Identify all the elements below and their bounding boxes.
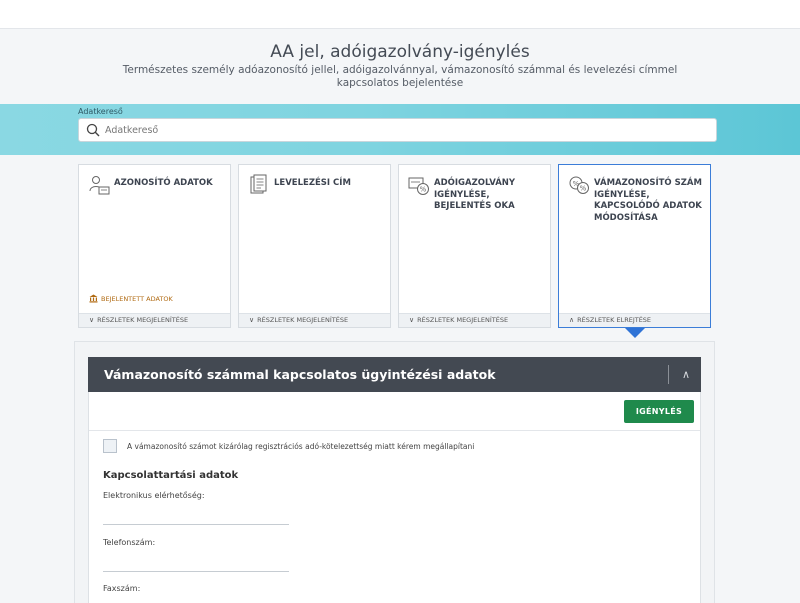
phone-field[interactable]	[103, 571, 289, 572]
search-box[interactable]	[78, 118, 717, 142]
card-title: LEVELEZÉSI CÍM	[274, 178, 351, 188]
document-icon	[250, 174, 267, 194]
fax-field-label: Faxszám:	[103, 584, 141, 593]
chevron-down-icon: ∨	[409, 316, 415, 324]
card-toggle-button[interactable]: ∨ RÉSZLETEK MEGJELENÍTÉSE	[399, 313, 550, 327]
tax-card-icon: %	[408, 177, 429, 195]
card-levelezesi-cim[interactable]: LEVELEZÉSI CÍM ∨ RÉSZLETEK MEGJELENÍTÉSE	[238, 164, 391, 328]
page-subtitle: Természetes személy adóazonosító jellel,…	[122, 64, 678, 89]
card-toggle-button[interactable]: ∧ RÉSZLETEK ELREJTÉSE	[559, 313, 710, 327]
badge-label: BEJELENTETT ADATOK	[101, 294, 173, 303]
action-row: IGÉNYLÉS	[89, 392, 700, 431]
card-title: AZONOSÍTÓ ADATOK	[114, 178, 213, 188]
card-azonosito-adatok[interactable]: AZONOSÍTÓ ADATOK BEJELENTETT ADATOK ∨ RÉS…	[78, 164, 231, 328]
card-toggle-label: RÉSZLETEK MEGJELENÍTÉSE	[257, 316, 349, 324]
section-title: Vámazonosító számmal kapcsolatos ügyinté…	[104, 367, 496, 382]
active-card-pointer	[625, 328, 645, 338]
card-title: VÁMAZONOSÍTÓ SZÁM IGÉNYLÉSE, KAPCSOLÓDÓ …	[594, 178, 702, 223]
phone-field-label: Telefonszám:	[103, 538, 156, 547]
checkbox-label: A vámazonosító számot kizárólag regisztr…	[127, 442, 475, 451]
svg-text:%: %	[420, 186, 427, 194]
status-badge: BEJELENTETT ADATOK	[89, 294, 173, 303]
bank-icon	[89, 294, 98, 303]
card-toggle-label: RÉSZLETEK MEGJELENÍTÉSE	[97, 316, 189, 324]
search-icon	[86, 123, 100, 137]
regisztracios-checkbox[interactable]	[103, 439, 117, 453]
card-toggle-label: RÉSZLETEK ELREJTÉSE	[577, 316, 652, 324]
page-title: AA jel, adóigazolvány-igénylés	[270, 42, 530, 62]
search-label: Adatkereső	[78, 107, 123, 116]
contact-heading: Kapcsolattartási adatok	[103, 470, 239, 481]
chevron-down-icon: ∨	[249, 316, 255, 324]
section-divider	[668, 365, 669, 384]
igenyles-button[interactable]: IGÉNYLÉS	[624, 400, 694, 423]
section-body: IGÉNYLÉS A vámazonosító számot kizárólag…	[88, 392, 701, 603]
card-toggle-button[interactable]: ∨ RÉSZLETEK MEGJELENÍTÉSE	[79, 313, 230, 327]
email-field[interactable]	[103, 524, 289, 525]
card-toggle-button[interactable]: ∨ RÉSZLETEK MEGJELENÍTÉSE	[239, 313, 390, 327]
chevron-down-icon: ∨	[89, 316, 95, 324]
card-toggle-label: RÉSZLETEK MEGJELENÍTÉSE	[417, 316, 509, 324]
top-bar	[0, 0, 800, 29]
card-adoigazolvany-igenylese[interactable]: % ADÓIGAZOLVÁNY IGÉNYLÉSE, BEJELENTÉS OK…	[398, 164, 551, 328]
chevron-up-icon: ∧	[569, 316, 575, 324]
svg-text:%: %	[580, 185, 587, 193]
card-vamazonosito-szam[interactable]: % % VÁMAZONOSÍTÓ SZÁM IGÉNYLÉSE, KAPCSOL…	[558, 164, 711, 328]
card-title: ADÓIGAZOLVÁNY IGÉNYLÉSE, BEJELENTÉS OKA	[434, 178, 516, 211]
collapse-button[interactable]: ∧	[676, 365, 696, 384]
email-field-label: Elektronikus elérhetőség:	[103, 491, 205, 500]
chevron-up-icon: ∧	[681, 368, 691, 381]
person-id-icon	[89, 176, 110, 195]
section-header: Vámazonosító számmal kapcsolatos ügyinté…	[88, 357, 701, 392]
customs-id-icon: % %	[569, 176, 589, 194]
search-input[interactable]	[105, 122, 705, 138]
